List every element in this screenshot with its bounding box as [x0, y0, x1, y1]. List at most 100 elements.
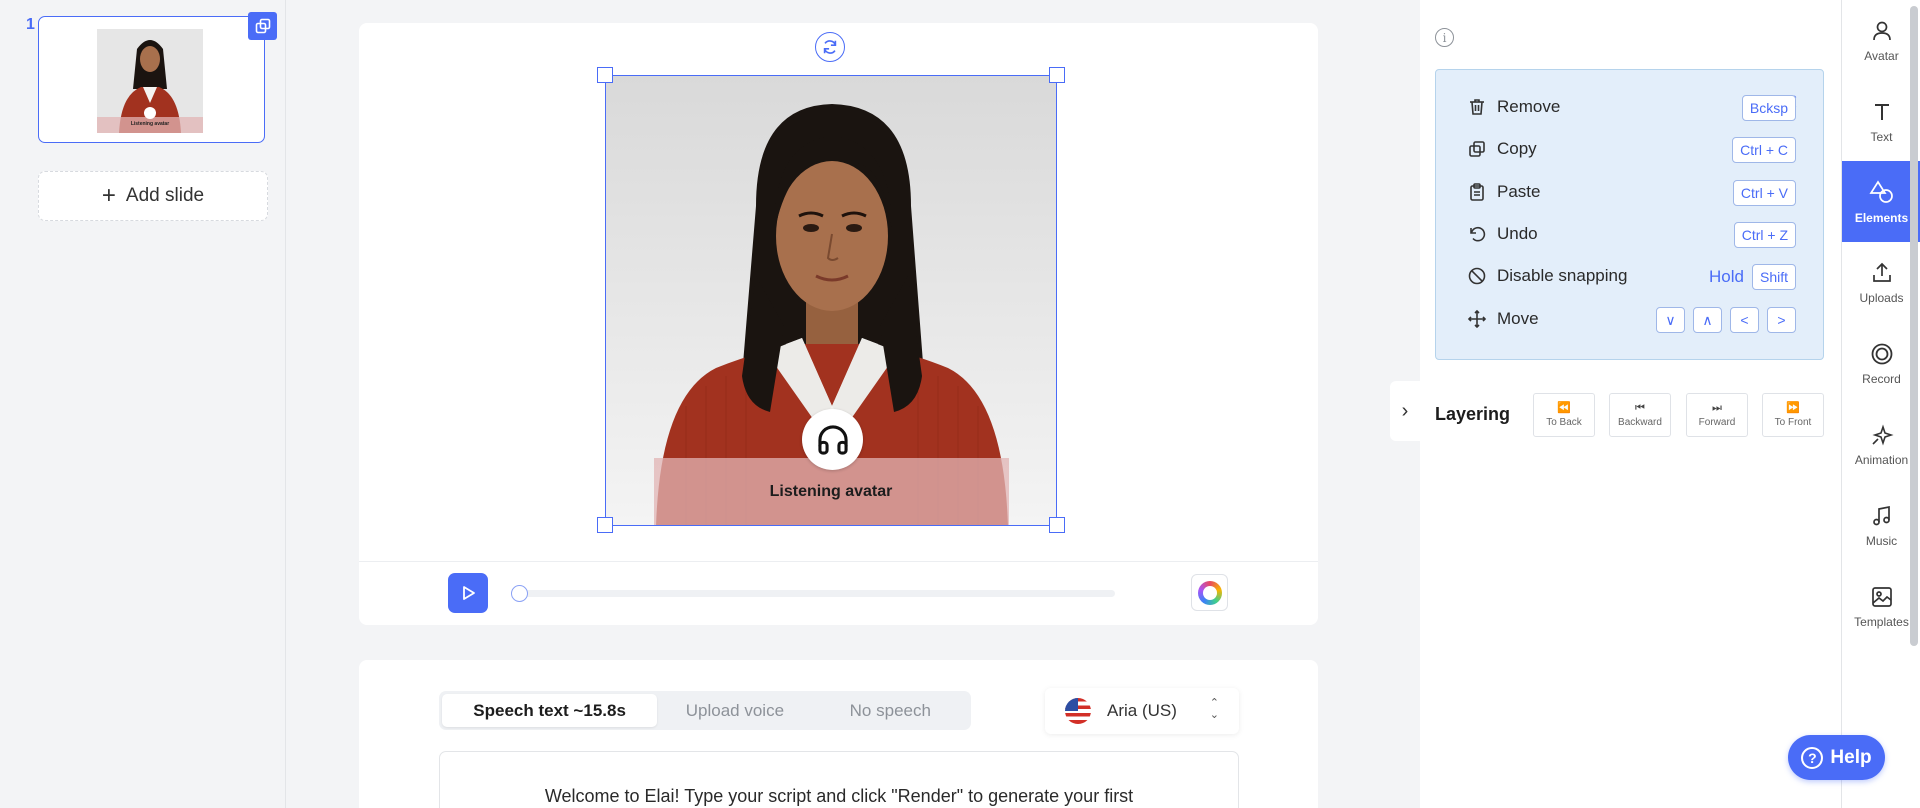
play-button[interactable]	[448, 573, 488, 613]
arrow-right-key: >	[1767, 307, 1796, 333]
nav-templates[interactable]: Templates	[1842, 566, 1920, 647]
nav-animation-label: Animation	[1854, 452, 1909, 467]
avatar-icon	[1872, 21, 1891, 40]
shortcut-label: Disable snapping	[1497, 266, 1628, 285]
backward-label: Backward	[1618, 416, 1662, 428]
music-icon	[1872, 505, 1890, 525]
shortcut-label: Remove	[1497, 97, 1561, 116]
animation-icon	[1871, 423, 1894, 446]
key-badge: Ctrl + Z	[1733, 222, 1796, 248]
shortcut-copy: Copy Ctrl + C	[1466, 134, 1796, 164]
nav-text[interactable]: Text	[1842, 81, 1920, 162]
nav-templates-label: Templates	[1854, 614, 1909, 629]
rotate-icon	[823, 40, 837, 54]
to-front-button[interactable]: ⏩ To Front	[1762, 393, 1824, 437]
nav-music-label: Music	[1865, 533, 1898, 548]
to-front-label: To Front	[1774, 416, 1812, 428]
forward-label: Forward	[1698, 416, 1736, 428]
elements-panel: › i ✕ Remove Bcksp Copy Ctrl + C	[1390, 0, 1841, 808]
resize-handle-bottom-right[interactable]	[1049, 517, 1065, 533]
move-icon	[1466, 308, 1488, 330]
headphones-icon	[817, 424, 848, 455]
help-label: Help	[1830, 746, 1872, 768]
plus-icon: +	[101, 182, 116, 209]
resize-handle-top-left[interactable]	[597, 67, 613, 83]
nav-uploads-label: Uploads	[1859, 290, 1904, 305]
slide-thumbnail-image: Listening avatar	[97, 29, 203, 133]
nav-uploads[interactable]: Uploads	[1842, 242, 1920, 323]
chevron-right-icon: ›	[1401, 399, 1409, 422]
color-wheel-icon	[1197, 580, 1222, 605]
forward-button[interactable]: ⏭ Forward	[1686, 393, 1748, 437]
nav-avatar[interactable]: Avatar	[1842, 0, 1920, 81]
slide-thumbnail-label: Listening avatar	[130, 121, 170, 127]
nav-music[interactable]: Music	[1842, 485, 1920, 566]
elements-icon	[1868, 179, 1893, 203]
resize-handle-bottom-left[interactable]	[597, 517, 613, 533]
arrow-down-key: ∨	[1656, 307, 1685, 333]
voice-name: Aria (US)	[1107, 701, 1177, 720]
key-badge: Shift	[1751, 264, 1796, 290]
to-back-icon: ⏪	[1557, 401, 1571, 414]
backward-button[interactable]: ⏮ Backward	[1609, 393, 1671, 437]
shortcut-undo: Undo Ctrl + Z	[1466, 219, 1796, 249]
canvas-divider	[359, 561, 1318, 562]
nav-elements-label: Elements	[1854, 210, 1909, 225]
shortcut-label: Paste	[1497, 182, 1541, 201]
to-front-icon: ⏩	[1786, 401, 1800, 414]
nav-record[interactable]: Record	[1842, 323, 1920, 404]
arrow-left-key: <	[1730, 307, 1759, 333]
resize-handle-top-right[interactable]	[1049, 67, 1065, 83]
trash-icon	[1466, 96, 1488, 118]
play-icon	[463, 586, 475, 600]
key-badge: Bcksp	[1741, 95, 1796, 121]
tab-speech-text[interactable]: Speech text ~15.8s	[442, 694, 658, 727]
timeline-scrubber[interactable]	[511, 585, 528, 602]
timeline-track[interactable]	[511, 585, 1115, 602]
shortcut-move: Move ∨ ∧ < >	[1466, 304, 1796, 334]
hold-label: Hold	[1709, 267, 1744, 286]
upload-icon	[1872, 262, 1891, 282]
forward-icon: ⏭	[1712, 401, 1722, 414]
nav-animation[interactable]: Animation	[1842, 404, 1920, 485]
scrollbar[interactable]	[1910, 6, 1918, 646]
shortcut-label: Copy	[1497, 139, 1537, 158]
voice-select[interactable]: Aria (US) ⌃ ⌄	[1045, 688, 1239, 734]
shortcut-label: Undo	[1497, 224, 1538, 243]
add-slide-button[interactable]: + Add slide	[38, 171, 268, 221]
duplicate-slide-button[interactable]	[248, 12, 277, 40]
shortcuts-box: ✕ Remove Bcksp Copy Ctrl + C	[1435, 69, 1824, 360]
collapse-panel-button[interactable]: ›	[1390, 381, 1420, 441]
tab-upload-voice[interactable]: Upload voice	[657, 694, 812, 727]
text-icon	[1874, 103, 1889, 120]
help-button[interactable]: ? Help	[1788, 735, 1885, 780]
record-icon	[1871, 343, 1892, 364]
avatar-element[interactable]: Listening avatar	[605, 75, 1057, 526]
nav-elements[interactable]: Elements	[1842, 161, 1920, 242]
speech-text-input[interactable]: Welcome to Elai! Type your script and cl…	[439, 751, 1239, 808]
shortcut-remove: Remove Bcksp	[1466, 92, 1796, 122]
nav-text-label: Text	[1870, 129, 1893, 144]
help-icon: ?	[1801, 746, 1824, 769]
nav-record-label: Record	[1862, 371, 1901, 386]
tab-no-speech[interactable]: No speech	[813, 694, 968, 727]
color-picker-button[interactable]	[1191, 574, 1228, 611]
info-icon[interactable]: i	[1435, 28, 1454, 47]
slide-thumbnail[interactable]: Listening avatar	[38, 16, 265, 143]
us-flag-icon	[1065, 698, 1091, 724]
speech-text-content: Welcome to Elai! Type your script and cl…	[544, 786, 1134, 806]
shortcut-label: Move	[1497, 309, 1539, 328]
copy-icon	[1466, 138, 1488, 160]
listening-avatar-label: Listening avatar	[769, 483, 893, 500]
canvas-card: Listening avatar	[359, 23, 1318, 625]
headphones-badge	[802, 409, 863, 470]
side-nav: Avatar Text Elements Uploads Record Anim…	[1841, 0, 1920, 808]
no-snap-icon	[1466, 265, 1488, 287]
to-back-button[interactable]: ⏪ To Back	[1533, 393, 1595, 437]
undo-icon	[1466, 223, 1488, 245]
speech-card: Speech text ~15.8s Upload voice No speec…	[359, 660, 1318, 808]
slide-number: 1	[26, 16, 35, 33]
chevron-updown-icon: ⌃ ⌄	[1209, 697, 1219, 721]
layering-title: Layering	[1435, 404, 1511, 424]
rotate-handle[interactable]	[815, 32, 845, 62]
